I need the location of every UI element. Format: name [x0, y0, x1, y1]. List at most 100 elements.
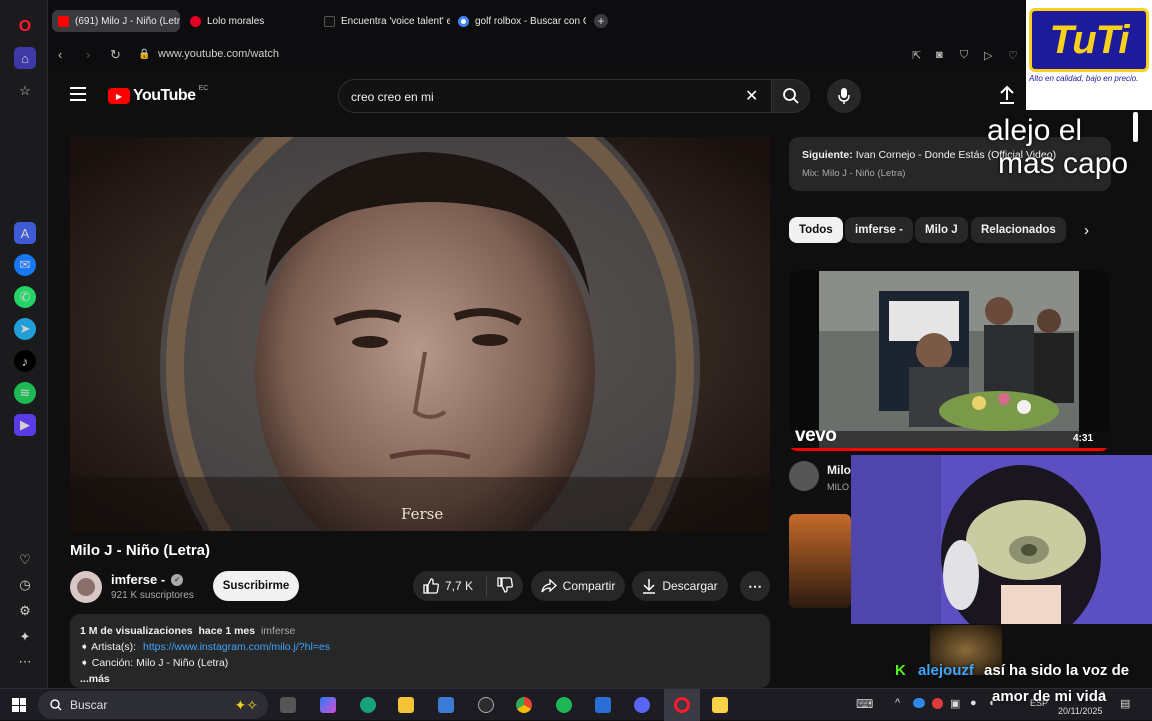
- channel-name-row[interactable]: imferse - ✓: [111, 572, 184, 587]
- tray-chevron-icon[interactable]: ^: [895, 697, 900, 709]
- file-explorer-icon[interactable]: [398, 697, 414, 713]
- share-icon[interactable]: ⇱: [912, 49, 921, 62]
- home-icon[interactable]: ⌂: [14, 47, 36, 69]
- channel-tag[interactable]: imferse: [261, 625, 295, 637]
- like-button[interactable]: 7,7 K: [413, 576, 487, 596]
- show-more-link[interactable]: ...más: [80, 671, 760, 687]
- player-icon[interactable]: ▶: [14, 414, 36, 436]
- url-field[interactable]: www.youtube.com/watch: [158, 48, 279, 60]
- recommendation-thumbnail-2[interactable]: [789, 514, 851, 608]
- chat-message: K alejouzf así ha sido la voz de: [895, 662, 1129, 679]
- country-code: EC: [198, 84, 209, 92]
- app-icon[interactable]: [595, 697, 611, 713]
- onedrive-icon[interactable]: [913, 698, 925, 708]
- artist-link[interactable]: https://www.instagram.com/milo.j/?hl=es: [143, 641, 330, 653]
- tab-google[interactable]: golf rolbox - Buscar con G: [452, 10, 586, 32]
- spotify-icon[interactable]: ≋: [14, 382, 36, 404]
- new-tab-button[interactable]: +: [594, 14, 608, 28]
- more-icon[interactable]: ⋯: [14, 651, 36, 673]
- youtube-logo[interactable]: ▶ YouTube EC: [108, 84, 209, 105]
- share-button[interactable]: Compartir: [531, 571, 625, 601]
- vevo-logo: vevo: [795, 425, 837, 446]
- notification-icon[interactable]: ▤: [1120, 697, 1130, 710]
- search-input[interactable]: creo creo en mi: [351, 90, 434, 104]
- chip-related[interactable]: Relacionados: [971, 217, 1066, 243]
- channel-avatar[interactable]: [70, 571, 102, 603]
- description-box[interactable]: 1 M de visualizaciones hace 1 mes imfers…: [70, 614, 770, 688]
- start-icon[interactable]: [12, 698, 26, 712]
- whatsapp-icon[interactable]: ✆: [14, 286, 36, 308]
- google-icon: [458, 15, 469, 27]
- opera-logo-icon[interactable]: O: [14, 16, 36, 38]
- like-dislike-group: 7,7 K: [413, 571, 523, 601]
- download-label: Descargar: [662, 579, 718, 593]
- aria-icon[interactable]: A: [14, 222, 36, 244]
- search-button[interactable]: [772, 79, 810, 113]
- taskbar-search-placeholder: Buscar: [70, 698, 108, 712]
- tray-app-icon[interactable]: [932, 698, 943, 709]
- more-actions-button[interactable]: ⋯: [740, 571, 770, 601]
- scrollbar-thumb[interactable]: [1133, 112, 1138, 142]
- video-player[interactable]: Ferse: [70, 137, 770, 531]
- camera-icon[interactable]: ◙: [936, 49, 943, 61]
- edge-icon[interactable]: [360, 697, 376, 713]
- forward-icon[interactable]: ›: [86, 47, 90, 62]
- sticky-notes-icon[interactable]: [712, 697, 728, 713]
- thumbnail-image: [789, 271, 1109, 451]
- store-icon[interactable]: [438, 697, 454, 713]
- download-button[interactable]: Descargar: [632, 571, 728, 601]
- microphone-icon: [838, 88, 850, 104]
- subscriber-count: 921 K suscriptores: [111, 590, 194, 601]
- heart-icon[interactable]: ♡: [14, 549, 36, 571]
- shield-icon[interactable]: ⛉: [960, 49, 968, 62]
- reload-icon[interactable]: ↻: [110, 47, 121, 63]
- keyboard-icon[interactable]: ⌨: [856, 697, 873, 711]
- chip-milo-j[interactable]: Milo J: [915, 217, 968, 243]
- back-icon[interactable]: ‹: [58, 47, 62, 62]
- favorite-icon[interactable]: ♡: [1008, 49, 1018, 62]
- tab-pinterest[interactable]: Lolo morales: [184, 10, 308, 32]
- video-title: Milo J - Niño (Letra): [70, 542, 210, 559]
- telegram-icon[interactable]: ➤: [14, 318, 36, 340]
- tab-youtube[interactable]: (691) Milo J - Niño (Letra): [52, 10, 180, 32]
- webcam-overlay: [851, 455, 1152, 624]
- menu-icon[interactable]: [70, 87, 86, 101]
- history-icon[interactable]: ◷: [14, 574, 36, 596]
- clear-icon[interactable]: ✕: [745, 86, 758, 106]
- channel-name[interactable]: imferse -: [111, 572, 165, 587]
- tuti-logo-box: TuTi: [1029, 8, 1149, 72]
- messenger-icon[interactable]: ✉: [14, 254, 36, 276]
- tiktok-icon[interactable]: ♪: [14, 350, 36, 372]
- chip-all[interactable]: Todos: [789, 217, 843, 243]
- spotify-icon[interactable]: [556, 697, 572, 713]
- chip-imferse[interactable]: imferse -: [845, 217, 913, 243]
- recommendation-avatar[interactable]: [789, 461, 819, 491]
- search-box[interactable]: creo creo en mi ✕: [338, 79, 772, 113]
- bullet-icon: ➧: [80, 641, 89, 653]
- mic-tray-icon[interactable]: ●: [970, 697, 977, 709]
- tab-tiktok[interactable]: Encuentra 'voice talent' en: [318, 10, 450, 32]
- chrome-icon[interactable]: [516, 697, 532, 713]
- tab-title: Encuentra 'voice talent' en: [341, 15, 450, 27]
- subscribe-button[interactable]: Suscribirme: [213, 571, 299, 601]
- taskbar-search[interactable]: Buscar ✦✧: [38, 691, 268, 719]
- send-icon[interactable]: ▷: [984, 49, 992, 62]
- dislike-button[interactable]: [487, 576, 513, 596]
- settings-icon[interactable]: ⚙: [14, 600, 36, 622]
- discord-icon[interactable]: [634, 697, 650, 713]
- task-view-icon[interactable]: [280, 697, 296, 713]
- chips-next-icon[interactable]: ›: [1084, 222, 1089, 239]
- lightbulb-icon[interactable]: ✦: [14, 626, 36, 648]
- copilot-icon[interactable]: [320, 697, 336, 713]
- webcam-image: [851, 455, 1152, 624]
- recommendation-title[interactable]: Milo: [827, 463, 851, 477]
- bookmark-icon[interactable]: ☆: [14, 80, 36, 102]
- stream-caption: alejo el mas capo: [987, 114, 1128, 180]
- tray-icon[interactable]: ▣: [950, 697, 960, 710]
- recommendation-thumbnail[interactable]: vevo 4:31: [789, 271, 1109, 451]
- up-next-label: Siguiente:: [802, 149, 853, 161]
- voice-search-button[interactable]: [827, 79, 861, 113]
- upload-icon[interactable]: [998, 85, 1016, 110]
- opera-task-active[interactable]: [664, 689, 700, 721]
- obs-icon[interactable]: [478, 697, 494, 713]
